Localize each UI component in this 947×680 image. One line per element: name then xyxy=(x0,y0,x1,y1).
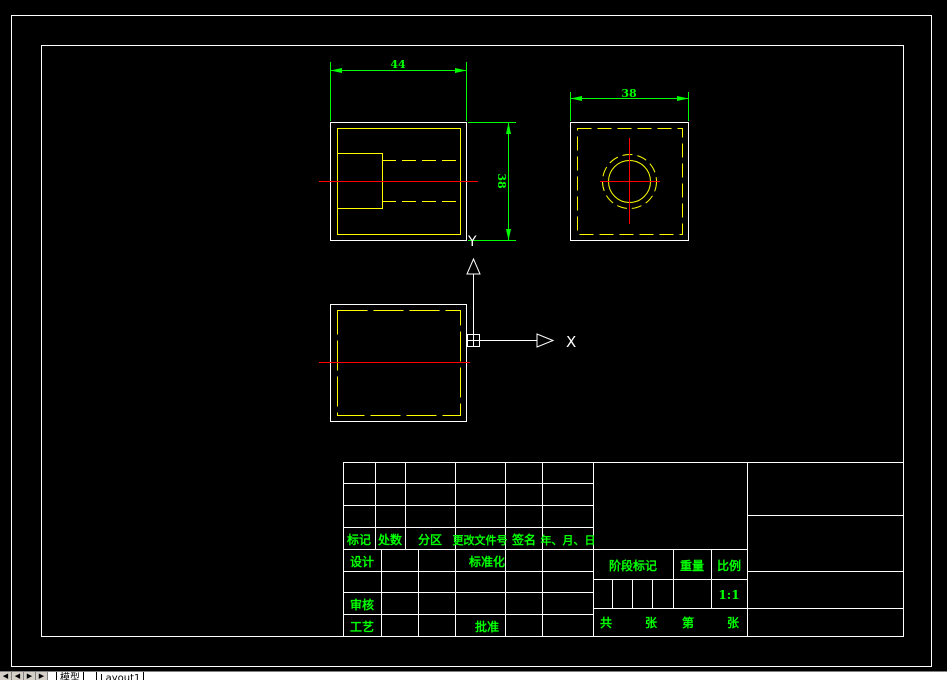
dim-front-height-text: 38 xyxy=(495,173,508,189)
ucs-icon[interactable]: Y X xyxy=(466,234,576,351)
dim-side-width-text: 38 xyxy=(621,87,637,100)
tb-stage-mark: 阶段标记 xyxy=(609,558,657,573)
dim-front-width[interactable]: 44 xyxy=(330,58,467,121)
front-view[interactable] xyxy=(319,122,478,241)
tb-total: 共 xyxy=(600,615,612,630)
tb-process: 工艺 xyxy=(350,619,374,634)
tb-zone: 分区 xyxy=(418,532,442,547)
tb-weight: 重量 xyxy=(680,558,704,573)
side-view[interactable] xyxy=(570,122,689,241)
ucs-y-label: Y xyxy=(467,234,477,250)
tb-scale-value: 1:1 xyxy=(718,588,739,602)
tb-signature: 签名 xyxy=(511,532,536,547)
tb-sheets: 张 xyxy=(645,615,658,630)
drawing-canvas[interactable]: 44 38 38 Y X 标记 处数 分区 更改文件号 签名 年、月、日 设计 … xyxy=(0,0,947,671)
dim-side-width[interactable]: 38 xyxy=(570,87,689,121)
tb-review: 审核 xyxy=(350,597,374,612)
title-block[interactable] xyxy=(343,462,904,637)
tb-mark: 标记 xyxy=(346,532,371,547)
tb-scale: 比例 xyxy=(717,558,741,573)
tb-sheets2: 张 xyxy=(727,615,740,630)
top-view[interactable] xyxy=(319,304,470,422)
tb-sheet-no: 第 xyxy=(682,615,694,630)
tb-design: 设计 xyxy=(350,554,374,569)
dim-front-width-text: 44 xyxy=(390,58,406,71)
tb-count: 处数 xyxy=(377,532,403,547)
tb-standardization: 标准化 xyxy=(468,554,505,569)
tb-approve: 批准 xyxy=(475,619,499,634)
tb-change-doc: 更改文件号 xyxy=(453,533,508,547)
tb-date: 年、月、日 xyxy=(541,533,596,547)
ucs-x-label: X xyxy=(566,333,576,351)
